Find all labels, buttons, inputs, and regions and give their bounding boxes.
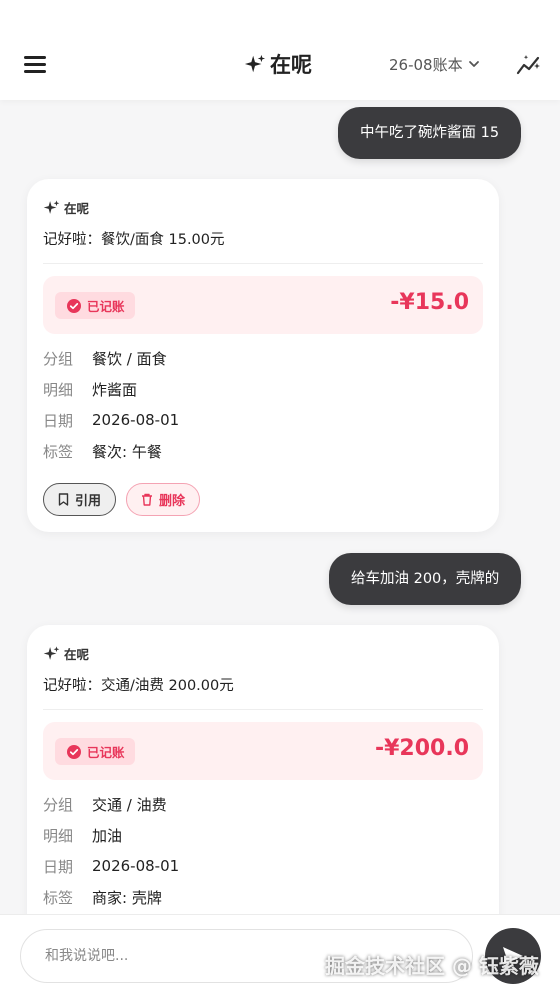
sparkle-icon	[43, 200, 60, 214]
record-card: 在呢 记好啦：餐饮/面食 15.00元 已记账 -¥15.0 分组 餐饮 / 面…	[27, 179, 499, 532]
quote-button[interactable]: 引用	[43, 483, 117, 516]
field-value: 炸酱面	[92, 380, 138, 399]
field-value: 2026-08-01	[92, 411, 180, 429]
assistant-name: 在呢	[64, 647, 90, 662]
field-value: 加油	[92, 826, 123, 845]
assistant-header: 在呢	[43, 644, 89, 663]
field-value: 交通 / 油费	[92, 795, 167, 814]
field-value: 商家: 壳牌	[92, 888, 162, 907]
status-text: 已记账	[87, 745, 125, 760]
divider	[43, 263, 483, 264]
field-label: 标签	[43, 442, 74, 461]
field-label: 明细	[43, 380, 74, 399]
user-message-text: 给车加油 200，壳牌的	[351, 571, 500, 587]
sparkle-icon	[43, 646, 60, 660]
sparkle-icon	[244, 54, 266, 73]
assistant-header: 在呢	[43, 198, 89, 217]
amount-panel: 已记账 -¥15.0	[43, 276, 483, 334]
quote-label: 引用	[75, 494, 102, 509]
check-circle-icon	[67, 744, 81, 759]
field-row-date: 日期 2026-08-01	[43, 856, 179, 876]
field-label: 明细	[43, 826, 74, 845]
app-title-group: 在呢	[244, 49, 312, 79]
trend-sparkle-icon[interactable]	[515, 52, 543, 78]
assistant-name: 在呢	[64, 201, 90, 216]
field-value: 2026-08-01	[92, 857, 180, 875]
field-row-group: 分组 交通 / 油费	[43, 794, 167, 814]
assistant-reply: 记好啦：交通/油费 200.00元	[43, 678, 234, 694]
user-message-bubble: 中午吃了碗炸酱面 15	[338, 107, 522, 159]
field-row-tag: 标签 餐次: 午餐	[43, 441, 162, 461]
ledger-selector[interactable]: 26-08账本	[389, 52, 481, 76]
trash-icon	[142, 493, 152, 506]
bookmark-icon	[58, 493, 69, 506]
check-circle-icon	[67, 298, 81, 313]
status-badge: 已记账	[55, 738, 135, 765]
status-badge: 已记账	[55, 292, 135, 319]
user-message-bubble: 给车加油 200，壳牌的	[329, 553, 522, 605]
field-label: 日期	[43, 857, 74, 876]
chevron-down-icon	[468, 61, 479, 67]
user-message-text: 中午吃了碗炸酱面 15	[360, 125, 500, 141]
amount-value: -¥15.0	[390, 290, 469, 315]
field-row-tag: 标签 商家: 壳牌	[43, 887, 162, 907]
record-card: 在呢 记好啦：交通/油费 200.00元 已记账 -¥200.0 分组 交通 /…	[27, 625, 499, 945]
field-label: 分组	[43, 349, 74, 368]
field-label: 日期	[43, 411, 74, 430]
field-row-date: 日期 2026-08-01	[43, 410, 179, 430]
delete-button[interactable]: 删除	[126, 483, 201, 516]
field-value: 餐次: 午餐	[92, 442, 162, 461]
amount-panel: 已记账 -¥200.0	[43, 722, 483, 780]
app-header: 在呢 26-08账本	[0, 0, 560, 100]
app-title: 在呢	[270, 53, 312, 77]
field-row-detail: 明细 炸酱面	[43, 379, 137, 399]
delete-label: 删除	[159, 494, 186, 509]
field-label: 标签	[43, 888, 74, 907]
field-value: 餐饮 / 面食	[92, 349, 167, 368]
field-row-group: 分组 餐饮 / 面食	[43, 348, 167, 368]
assistant-reply: 记好啦：餐饮/面食 15.00元	[43, 232, 225, 248]
amount-value: -¥200.0	[374, 736, 469, 761]
field-row-detail: 明细 加油	[43, 825, 122, 845]
menu-icon[interactable]	[22, 54, 48, 74]
field-label: 分组	[43, 795, 74, 814]
status-text: 已记账	[87, 299, 125, 314]
ledger-label: 26-08账本	[389, 55, 463, 74]
watermark: 掘金技术社区 @ 钰紫薇	[325, 954, 539, 978]
divider	[43, 709, 483, 710]
